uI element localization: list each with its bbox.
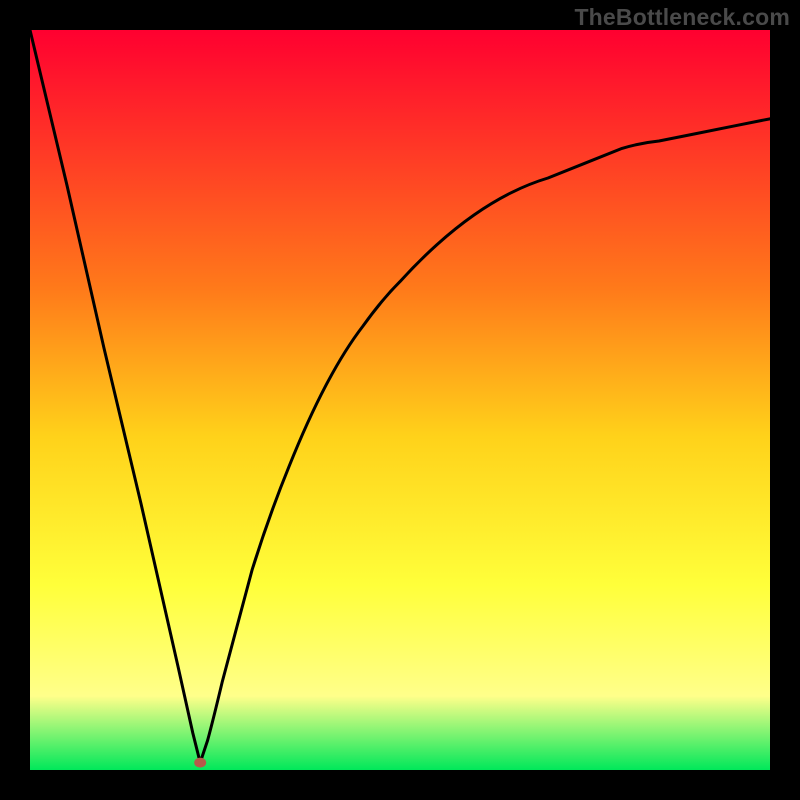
- bottleneck-chart: [30, 30, 770, 770]
- minimum-marker: [194, 758, 206, 768]
- watermark-text: TheBottleneck.com: [574, 4, 790, 31]
- chart-frame: TheBottleneck.com: [0, 0, 800, 800]
